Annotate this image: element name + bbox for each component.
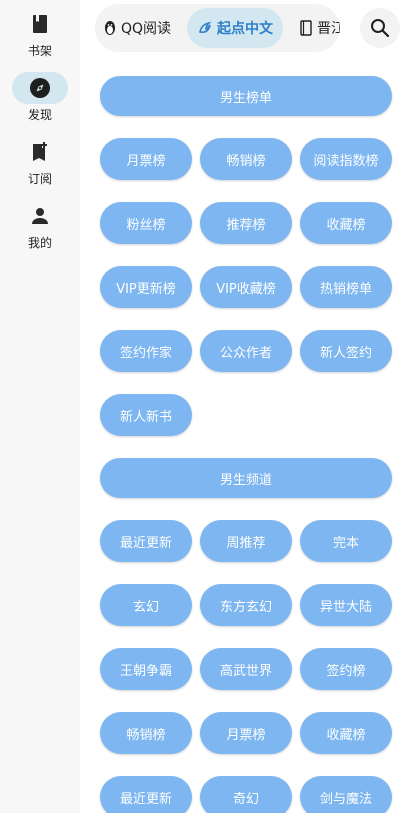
category-chip[interactable]: 新人新书 — [100, 394, 192, 436]
tab-label: 起点中文 — [217, 21, 273, 37]
category-grid-male-rankings: 月票榜 畅销榜 阅读指数榜粉丝榜 推荐榜 收藏榜 VIP更新榜 VIP收藏榜 热销榜单签约作家… — [100, 138, 392, 436]
search-icon — [371, 19, 390, 38]
category-chip[interactable]: 公众作者 — [200, 330, 292, 372]
tab-qidian[interactable]: 起点中文 — [187, 8, 283, 48]
bookmark-add-icon — [33, 142, 47, 161]
category-chip[interactable]: 最近更新 — [100, 776, 192, 813]
category-chip[interactable]: 畅销榜 — [200, 138, 292, 180]
category-grid-male-channel: 最近更新 周推荐 完本 玄幻 东方玄幻 异世大陆 王朝争霸 高武世界 签约榜 畅销榜 月票榜 收藏榜最… — [100, 520, 392, 813]
tab-jinjiang[interactable]: 晋江 — [299, 8, 340, 48]
section-header-male-rankings[interactable]: 男生榜单 — [100, 76, 392, 116]
category-chip[interactable]: 月票榜 — [100, 138, 192, 180]
penguin-icon — [105, 21, 115, 35]
compass-icon — [30, 78, 50, 98]
category-chip[interactable]: 推荐榜 — [200, 202, 292, 244]
category-chip[interactable]: 新人签约 — [300, 330, 392, 372]
nav-label-bookshelf: 书架 — [27, 44, 52, 58]
category-chip[interactable]: VIP更新榜 — [100, 266, 192, 308]
book-icon — [300, 20, 312, 36]
nav-label-mine: 我的 — [27, 236, 52, 250]
category-chip[interactable]: 月票榜 — [200, 712, 292, 754]
category-chip[interactable]: 异世大陆 — [300, 584, 392, 626]
category-chip[interactable]: 玄幻 — [100, 584, 192, 626]
category-chip[interactable]: 剑与魔法 — [300, 776, 392, 813]
category-chip[interactable]: 完本 — [300, 520, 392, 562]
tab-label: QQ阅读 — [121, 21, 172, 37]
navigation-rail: 书架 发现 订阅 我的 — [0, 0, 80, 813]
nav-item-discover[interactable]: 发现 — [0, 72, 80, 128]
nav-label-discover: 发现 — [27, 108, 52, 122]
category-chip[interactable]: 奇幻 — [200, 776, 292, 813]
nav-label-subscribe: 订阅 — [27, 172, 52, 186]
category-chip[interactable]: 热销榜单 — [300, 266, 392, 308]
bookshelf-icon — [33, 15, 47, 33]
qidian-logo-icon — [199, 21, 212, 33]
category-chip[interactable]: 阅读指数榜 — [300, 138, 392, 180]
category-chip[interactable]: 最近更新 — [100, 520, 192, 562]
tab-qq-reading[interactable]: QQ阅读 — [103, 8, 171, 48]
category-chip[interactable]: VIP收藏榜 — [200, 266, 292, 308]
section-header-male-channel[interactable]: 男生频道 — [100, 458, 392, 498]
tab-label: 晋江 — [317, 21, 340, 37]
category-chip[interactable]: 收藏榜 — [300, 202, 392, 244]
source-tabs: QQ阅读 起点中文 晋江 — [95, 4, 340, 52]
category-chip[interactable]: 畅销榜 — [100, 712, 192, 754]
nav-item-mine[interactable]: 我的 — [0, 200, 80, 256]
category-chip[interactable]: 高武世界 — [200, 648, 292, 690]
category-chip[interactable]: 签约作家 — [100, 330, 192, 372]
nav-item-bookshelf[interactable]: 书架 — [0, 8, 80, 64]
category-chip[interactable]: 东方玄幻 — [200, 584, 292, 626]
person-icon — [32, 208, 48, 224]
search-button[interactable] — [360, 8, 400, 48]
discover-content: 男生榜单 月票榜 畅销榜 阅读指数榜 粉丝榜 推荐榜 收藏榜 VIP更新榜 VIP收藏榜 热销榜… — [100, 76, 392, 813]
category-chip[interactable]: 粉丝榜 — [100, 202, 192, 244]
nav-item-subscribe[interactable]: 订阅 — [0, 136, 80, 192]
category-chip[interactable]: 收藏榜 — [300, 712, 392, 754]
category-chip[interactable]: 王朝争霸 — [100, 648, 192, 690]
category-chip[interactable]: 周推荐 — [200, 520, 292, 562]
category-chip[interactable]: 签约榜 — [300, 648, 392, 690]
